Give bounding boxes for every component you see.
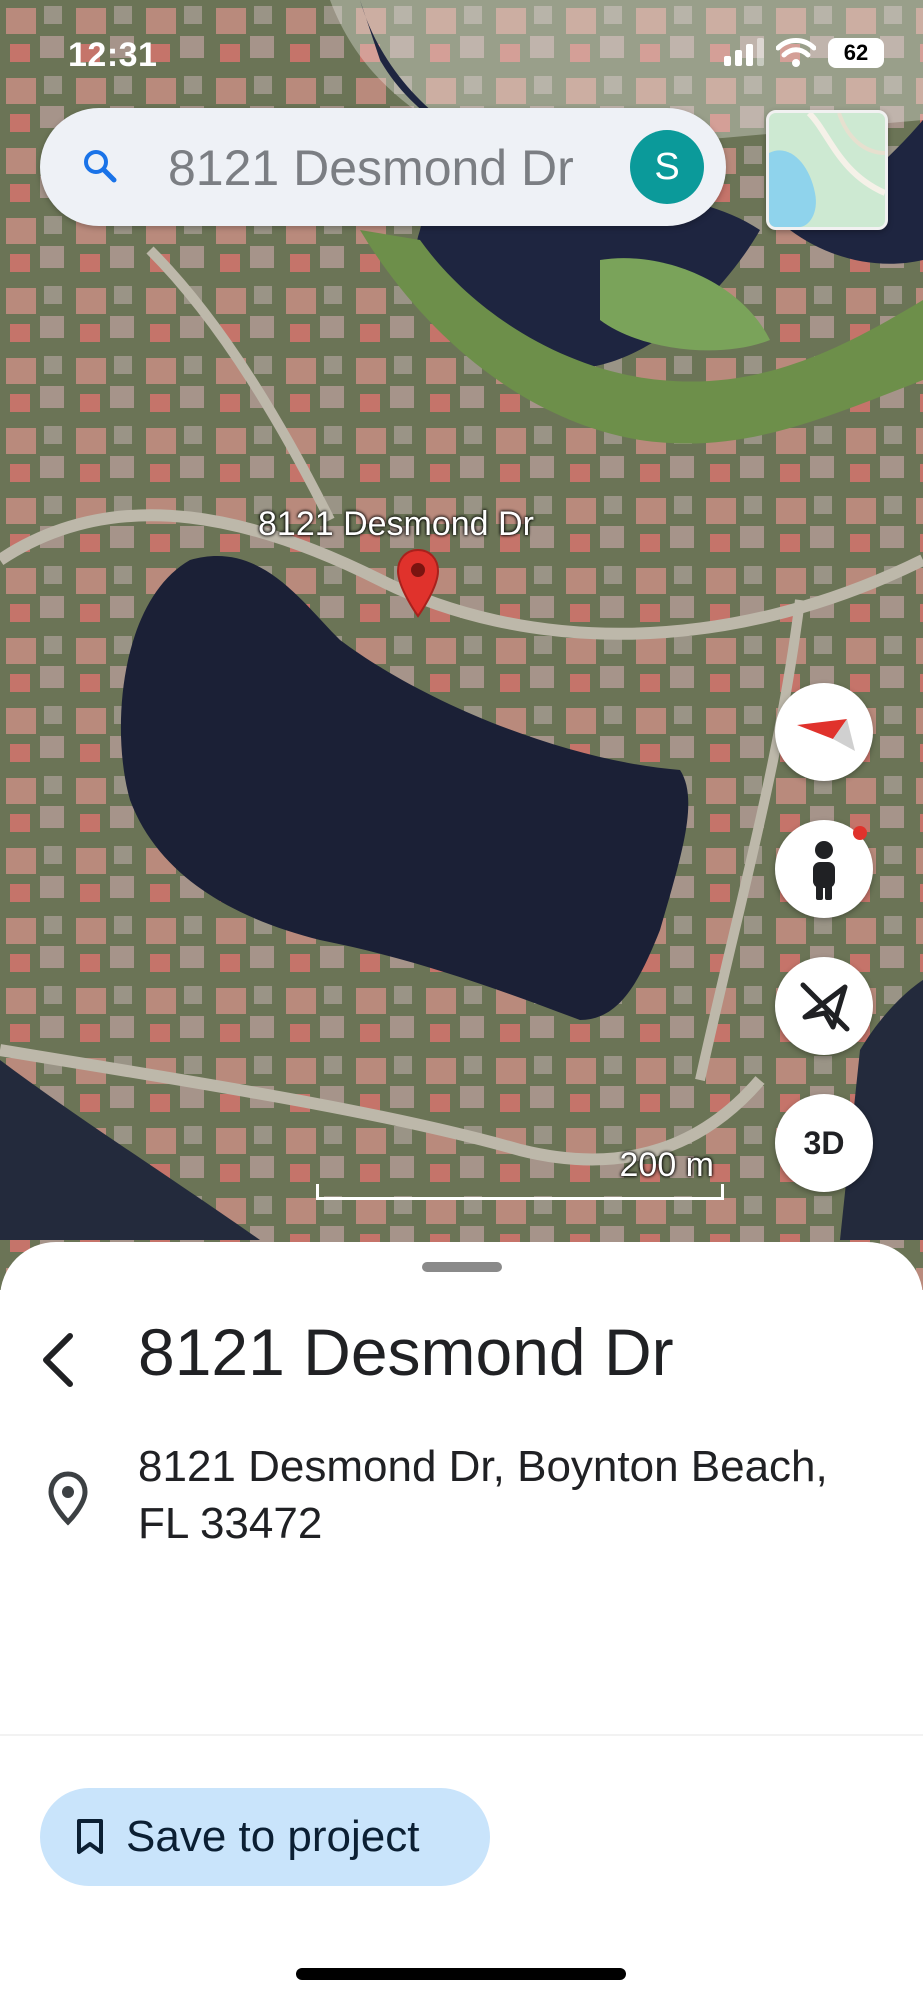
tilt-toggle-button[interactable]: [775, 957, 873, 1055]
divider: [0, 1734, 923, 1736]
wifi-icon: [776, 38, 816, 67]
map-layers-button[interactable]: [766, 110, 888, 230]
search-bar[interactable]: 8121 Desmond Dr S: [40, 108, 726, 226]
status-bar: 12:31 62: [0, 0, 923, 110]
search-input[interactable]: 8121 Desmond Dr: [168, 136, 648, 200]
3d-toggle-button[interactable]: 3D: [775, 1094, 873, 1192]
place-details-sheet[interactable]: 8121 Desmond Dr 8121 Desmond Dr, Boynton…: [0, 1242, 923, 2000]
place-title: 8121 Desmond Dr: [138, 1315, 674, 1389]
save-to-project-button[interactable]: Save to project: [40, 1788, 490, 1886]
location-pin-icon[interactable]: [396, 548, 440, 618]
no-tilt-icon: [800, 982, 850, 1032]
compass-button[interactable]: [775, 683, 873, 781]
sheet-drag-handle[interactable]: [422, 1262, 502, 1272]
scale-bar: [316, 1184, 724, 1200]
search-icon[interactable]: [80, 146, 120, 186]
street-view-button[interactable]: [775, 820, 873, 918]
avatar[interactable]: S: [630, 130, 704, 204]
location-icon: [48, 1471, 88, 1526]
scale-label: 200 m: [619, 1146, 715, 1184]
bookmark-icon: [77, 1819, 103, 1854]
map-layer-thumbnail-icon: [769, 113, 885, 227]
marker-label: 8121 Desmond Dr: [258, 505, 534, 543]
clock: 12:31: [68, 36, 158, 74]
satellite-map[interactable]: 12:31 62 8121 Desmond Dr S 8121 Desmond …: [0, 0, 923, 1290]
cellular-signal-icon: [724, 38, 764, 66]
home-indicator[interactable]: [296, 1968, 626, 1980]
save-to-project-label: Save to project: [126, 1812, 420, 1861]
map-scale: 200 m: [316, 1146, 724, 1200]
back-arrow-icon[interactable]: [30, 1320, 90, 1400]
notification-dot: [853, 826, 867, 840]
compass-icon: [797, 719, 855, 751]
battery-indicator: 62: [828, 38, 884, 68]
place-address: 8121 Desmond Dr, Boynton Beach, FL 33472: [138, 1442, 828, 1548]
3d-label: 3D: [803, 1125, 845, 1161]
